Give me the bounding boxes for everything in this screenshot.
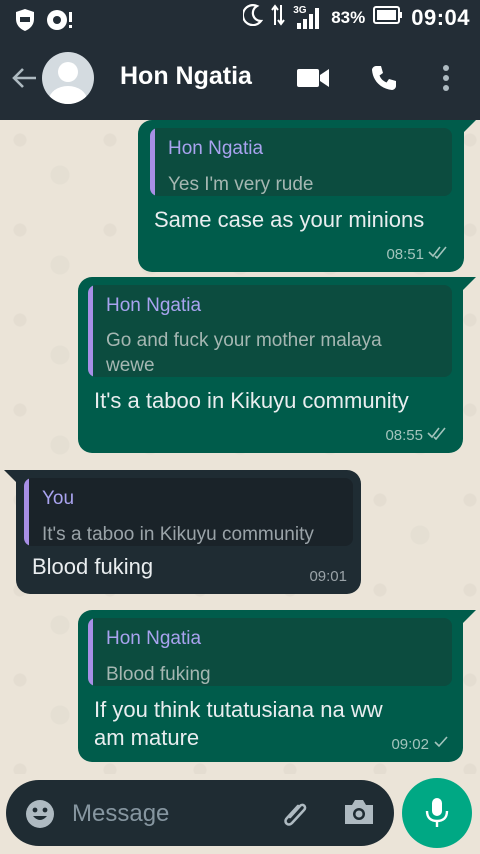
mic-icon bbox=[425, 798, 449, 827]
quote-author: Hon Ngatia bbox=[168, 138, 264, 159]
status-bar: 3G 83% 09:04 bbox=[0, 0, 480, 36]
message-text: Same case as your minions bbox=[154, 207, 425, 232]
contact-name[interactable]: Hon Ngatia bbox=[120, 62, 252, 91]
read-ticks-icon bbox=[428, 245, 450, 263]
message-time: 09:01 bbox=[309, 568, 347, 585]
bubble-tail bbox=[462, 610, 476, 624]
message-text: It's a taboo in Kikuyu community bbox=[94, 388, 409, 413]
voice-call-icon[interactable] bbox=[370, 64, 398, 97]
quote-author: You bbox=[42, 488, 75, 509]
message-meta: 08:55 bbox=[385, 426, 449, 444]
message-input[interactable]: Message bbox=[6, 780, 394, 846]
message-text: If you think tutatusiana na ww bbox=[94, 697, 383, 722]
message-bubble-outgoing[interactable]: Hon Ngatia Yes I'm very rude Same case a… bbox=[138, 120, 464, 272]
message-bubble-outgoing[interactable]: Hon Ngatia Blood fuking If you think tut… bbox=[78, 610, 463, 762]
message-list[interactable]: Hon Ngatia Yes I'm very rude Same case a… bbox=[0, 120, 480, 774]
battery-icon bbox=[373, 6, 403, 30]
quoted-reply[interactable]: Hon Ngatia Go and fuck your mother malay… bbox=[88, 285, 452, 377]
message-meta: 09:02 bbox=[391, 735, 449, 753]
camera-icon[interactable] bbox=[342, 797, 376, 832]
quote-author: Hon Ngatia bbox=[106, 628, 202, 649]
message-text: am mature bbox=[94, 725, 200, 750]
bubble-tail bbox=[462, 120, 476, 134]
message-placeholder: Message bbox=[72, 800, 170, 827]
message-meta: 08:51 bbox=[386, 245, 450, 263]
composer: Message bbox=[0, 774, 480, 854]
quote-text: It's a taboo in Kikuyu community bbox=[42, 524, 314, 545]
quote-text: wewe bbox=[106, 355, 155, 376]
notification-icon bbox=[46, 9, 74, 36]
attach-icon[interactable] bbox=[280, 797, 314, 836]
video-call-icon[interactable] bbox=[296, 66, 330, 95]
sent-tick-icon bbox=[433, 735, 449, 753]
moon-icon bbox=[242, 4, 264, 32]
battery-percent: 83% bbox=[331, 8, 366, 27]
chat-header: Hon Ngatia bbox=[0, 36, 480, 120]
quoted-reply[interactable]: Hon Ngatia Blood fuking bbox=[88, 618, 452, 686]
avatar-icon[interactable] bbox=[42, 52, 94, 104]
quoted-reply[interactable]: You It's a taboo in Kikuyu community bbox=[24, 478, 353, 546]
message-meta: 09:01 bbox=[309, 568, 347, 585]
quote-text: Go and fuck your mother malaya bbox=[106, 330, 382, 351]
data-arrows-icon bbox=[271, 3, 285, 33]
back-arrow-icon[interactable] bbox=[10, 64, 38, 97]
message-bubble-outgoing[interactable]: Hon Ngatia Go and fuck your mother malay… bbox=[78, 277, 463, 453]
message-bubble-incoming[interactable]: You It's a taboo in Kikuyu community Blo… bbox=[16, 470, 361, 594]
read-ticks-icon bbox=[427, 426, 449, 444]
mic-button[interactable] bbox=[402, 778, 472, 848]
quoted-reply[interactable]: Hon Ngatia Yes I'm very rude bbox=[150, 128, 452, 196]
more-options-icon[interactable] bbox=[442, 64, 450, 97]
emoji-icon[interactable] bbox=[24, 798, 56, 835]
message-text: Blood fuking bbox=[32, 554, 154, 579]
quote-text: Blood fuking bbox=[106, 664, 211, 685]
quote-author: Hon Ngatia bbox=[106, 295, 202, 316]
bubble-tail bbox=[4, 470, 18, 484]
signal-icon: 3G bbox=[293, 5, 323, 31]
bubble-tail bbox=[462, 277, 476, 291]
status-time: 09:04 bbox=[411, 5, 470, 30]
message-time: 08:55 bbox=[385, 426, 423, 444]
quote-text: Yes I'm very rude bbox=[168, 174, 314, 195]
message-time: 08:51 bbox=[386, 245, 424, 263]
message-time: 09:02 bbox=[391, 735, 429, 753]
shield-icon bbox=[14, 8, 36, 37]
